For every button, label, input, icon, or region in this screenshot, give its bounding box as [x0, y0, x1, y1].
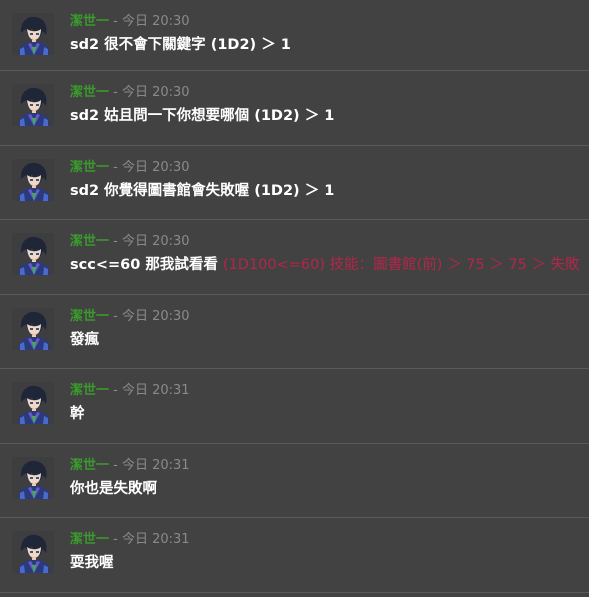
header-separator: -	[109, 159, 122, 175]
header-separator: -	[109, 383, 122, 398]
message-body: sd2 很不會下關鍵字 (1D2) ＞ 1	[70, 37, 291, 53]
message-body: sd2 你覺得圖書館會失敗喔 (1D2) ＞ 1	[70, 182, 335, 199]
message-header: 潔世一 - 今日 20:30	[70, 234, 190, 250]
message-text: 發瘋	[70, 330, 99, 350]
avatar-icon[interactable]	[12, 233, 54, 275]
author-name[interactable]: 潔世一	[70, 85, 109, 100]
timestamp: 今日 20:30	[121, 308, 190, 324]
author-name[interactable]: 潔世一	[70, 309, 109, 324]
timestamp: 今日 20:30	[121, 159, 190, 175]
message-header: 潔世一 - 今日 20:30	[70, 85, 190, 101]
message-body: 你也是失敗啊	[70, 480, 157, 497]
author-name[interactable]: 潔世一	[70, 383, 109, 398]
header-separator: -	[109, 457, 122, 473]
message-text: sd2 你覺得圖書館會失敗喔 (1D2) ＞ 1	[70, 181, 334, 201]
header-separator: -	[109, 532, 122, 547]
message-body: 發瘋	[70, 331, 99, 348]
message-text: sd2 很不會下關鍵字 (1D2) ＞ 1	[70, 35, 291, 55]
author-name[interactable]: 潔世一	[70, 160, 109, 175]
chat-message: 潔世一 - 今日 20:30 sd2 你覺得圖書館會失敗喔 (1D2) ＞ 1	[0, 146, 589, 220]
message-header: 潔世一 - 今日 20:30	[70, 14, 190, 30]
message-text: 幹	[70, 404, 85, 424]
message-text: sd2 姑且問一下你想要哪個 (1D2) ＞ 1	[70, 106, 334, 126]
author-name[interactable]: 潔世一	[70, 532, 109, 547]
avatar-icon[interactable]	[12, 382, 54, 424]
message-body: 耍我喔	[70, 555, 114, 571]
message-header: 潔世一 - 今日 20:30	[70, 160, 190, 176]
chat-message: 潔世一 - 今日 20:31 你也是失敗啊	[0, 444, 589, 518]
timestamp: 今日 20:31	[121, 532, 190, 547]
avatar-icon[interactable]	[12, 531, 54, 573]
message-text: 你也是失敗啊	[70, 479, 157, 499]
timestamp: 今日 20:30	[121, 14, 190, 29]
message-header: 潔世一 - 今日 20:31	[70, 532, 190, 548]
message-body: scc<=60 那我試看看	[70, 257, 223, 273]
message-text: 耍我喔	[70, 553, 114, 573]
chat-message: 潔世一 - 今日 20:30 發瘋	[0, 295, 589, 369]
chat-message: 潔世一 - 今日 20:30 sd2 很不會下關鍵字 (1D2) ＞ 1	[0, 0, 589, 71]
dice-roll-result: (1D100<=60) 技能：圖書館(前) ＞ 75 ＞ 75 ＞ 失敗	[222, 257, 580, 273]
timestamp: 今日 20:30	[121, 85, 190, 100]
chat-log: 潔世一 - 今日 20:30 sd2 很不會下關鍵字 (1D2) ＞ 1 潔世一 …	[0, 0, 589, 597]
header-separator: -	[109, 234, 122, 249]
message-body: 幹	[70, 406, 85, 422]
chat-message: 潔世一 - 今日 20:30 sd2 姑且問一下你想要哪個 (1D2) ＞ 1	[0, 71, 589, 146]
message-text: scc<=60 那我試看看 (1D100<=60) 技能：圖書館(前) ＞ 75…	[70, 255, 580, 275]
timestamp: 今日 20:30	[121, 234, 190, 249]
message-body: sd2 姑且問一下你想要哪個 (1D2) ＞ 1	[70, 108, 335, 124]
author-name[interactable]: 潔世一	[70, 458, 109, 473]
chat-message: 潔世一 - 今日 20:31 幹	[0, 369, 589, 444]
message-header: 潔世一 - 今日 20:31	[70, 383, 190, 399]
avatar-icon[interactable]	[12, 84, 54, 126]
avatar-icon[interactable]	[12, 158, 54, 201]
avatar-icon[interactable]	[12, 13, 54, 55]
avatar-icon[interactable]	[12, 307, 54, 350]
avatar-icon[interactable]	[12, 456, 54, 499]
timestamp: 今日 20:31	[121, 457, 190, 473]
chat-message: 潔世一 - 今日 20:30 scc<=60 那我試看看 (1D100<=60) …	[0, 220, 589, 295]
header-separator: -	[109, 14, 122, 29]
author-name[interactable]: 潔世一	[70, 14, 109, 29]
header-separator: -	[109, 85, 122, 100]
header-separator: -	[109, 308, 122, 324]
timestamp: 今日 20:31	[121, 383, 190, 398]
author-name[interactable]: 潔世一	[70, 234, 109, 249]
message-header: 潔世一 - 今日 20:30	[70, 309, 190, 325]
message-header: 潔世一 - 今日 20:31	[70, 458, 190, 474]
chat-message: 潔世一 - 今日 20:31 耍我喔	[0, 518, 589, 593]
